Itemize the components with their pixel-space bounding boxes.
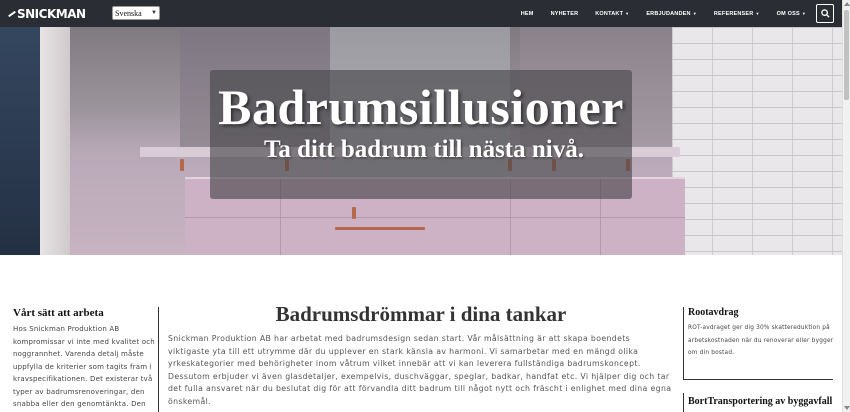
nav-item-label: REFERENSER <box>713 10 754 17</box>
main-menu: HEM NYHETER KONTAKT ▼ ERBJUDANDEN ▼ REFERE… <box>504 0 806 27</box>
right-column-title-2: BortTransportering av byggavfall <box>688 396 833 407</box>
nav-item-om-oss[interactable]: OM OSS ▼ <box>777 11 806 17</box>
search-icon <box>820 9 830 18</box>
right-divider <box>683 307 684 380</box>
nav-item-label: ERBJUDANDEN <box>646 10 691 17</box>
caret-down-icon: ▼ <box>755 10 760 16</box>
left-column: Vårt sätt att arbeta Hos Snickman Produk… <box>13 307 158 411</box>
main-column: Badrumsdrömmar i dina tankar Snickman Pr… <box>168 302 674 408</box>
right-column-text: ROT-avdraget ger dig 30% skattereduktion… <box>688 325 834 356</box>
caret-down-icon: ▼ <box>625 10 630 16</box>
right-column-title: Rootavdrag <box>688 307 739 318</box>
left-divider <box>158 307 159 412</box>
logo-text: SNICKMAN <box>17 7 86 21</box>
scrollbar-thumb[interactable] <box>844 10 849 100</box>
nav-item-referenser[interactable]: REFERENSER ▼ <box>714 11 760 17</box>
nav-item-label: KONTAKT <box>595 10 624 17</box>
main-text: Snickman Produktion AB har arbetat med b… <box>168 334 672 406</box>
nav-item-label: NYHETER <box>550 10 579 17</box>
snickman-logo[interactable]: SNICKMAN <box>8 7 86 21</box>
search-button[interactable] <box>816 4 834 23</box>
hero-title: Badrumsillusioner <box>218 79 624 135</box>
scroll-up-arrow-icon[interactable] <box>844 2 850 6</box>
scroll-down-arrow-icon[interactable] <box>844 406 850 410</box>
top-navbar: SNICKMAN Svenska ▼ HEM NYHETER KONTAKT ▼ … <box>0 0 842 27</box>
hero-subtitle: Ta ditt badrum till nästa nivå. <box>264 136 584 163</box>
chevron-down-icon: ▼ <box>151 10 157 16</box>
hero-image-tiles <box>672 27 842 255</box>
right-column: Rootavdrag ROT-avdraget ger dig 30% skat… <box>688 307 836 360</box>
hero-image-door <box>40 27 70 255</box>
left-column-text: Hos Snickman Produktion AB kompromissar … <box>13 325 155 408</box>
nav-item-nyheter[interactable]: NYHETER <box>551 11 579 17</box>
caret-down-icon: ▼ <box>801 10 806 16</box>
logo-mark-icon <box>8 10 16 18</box>
hero-caption-box: Badrumsillusioner Ta ditt badrum till nä… <box>210 70 632 199</box>
hero-banner: Badrumsillusioner Ta ditt badrum till nä… <box>0 27 842 255</box>
caret-down-icon: ▼ <box>692 10 697 16</box>
language-select-value: Svenska <box>115 8 142 18</box>
right-separator <box>683 379 833 380</box>
nav-item-label: OM OSS <box>776 10 800 17</box>
main-title: Badrumsdrömmar i dina tankar <box>275 302 567 326</box>
hero-image-wall <box>0 27 40 255</box>
nav-item-hem[interactable]: HEM <box>521 11 534 17</box>
left-column-title: Vårt sätt att arbeta <box>13 307 104 319</box>
nav-item-erbjudanden[interactable]: ERBJUDANDEN ▼ <box>646 11 697 17</box>
right-divider-2 <box>683 393 684 412</box>
language-select[interactable]: Svenska ▼ <box>112 6 160 20</box>
page-scrollbar[interactable] <box>842 0 850 412</box>
nav-item-kontakt[interactable]: KONTAKT ▼ <box>595 11 629 17</box>
page: SNICKMAN Svenska ▼ HEM NYHETER KONTAKT ▼ … <box>0 0 850 412</box>
nav-item-label: HEM <box>520 10 534 17</box>
